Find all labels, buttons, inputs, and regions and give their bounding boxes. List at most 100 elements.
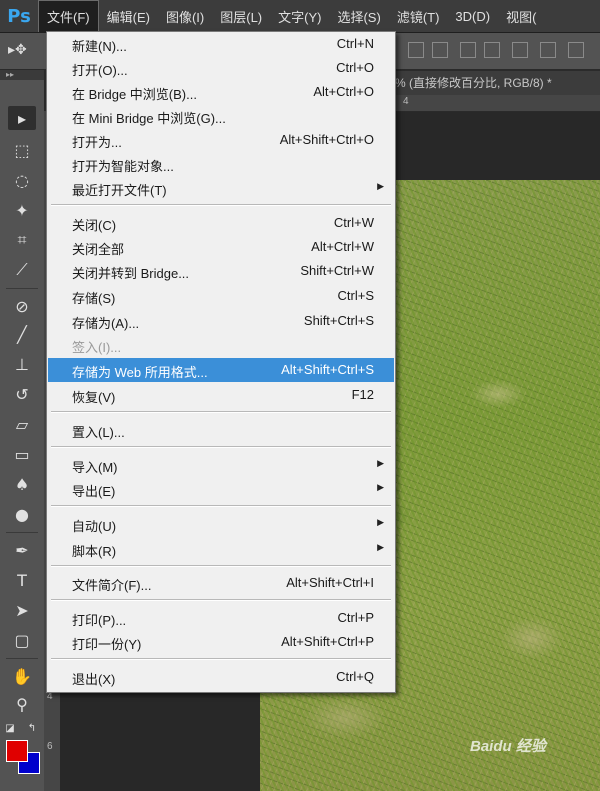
menu-item-label: 置入(L)... (72, 425, 125, 440)
panel-collapse-icon[interactable]: ▸▸ (0, 70, 44, 80)
menu-item-open-smart-object[interactable]: 打开为智能对象... (48, 152, 394, 176)
distribute-icon[interactable] (568, 42, 584, 58)
healing-brush-tool-icon[interactable]: ⊘ (8, 294, 36, 318)
horizontal-ruler: 4 (395, 95, 600, 112)
menu-item-check-in: 签入(I)... (48, 333, 394, 357)
menu-item-label: 导出(E) (72, 484, 116, 499)
menu-image[interactable]: 图像(I) (158, 0, 212, 32)
align-top-icon[interactable] (408, 42, 424, 58)
menu-item-label: 最近打开文件(T) (72, 183, 167, 198)
menu-item-label: 存储(S) (72, 291, 116, 306)
history-brush-tool-icon[interactable]: ↺ (8, 382, 36, 406)
default-colors-icon[interactable]: ◪ (2, 716, 18, 740)
menu-item-exit[interactable]: 退出(X) Ctrl+Q (48, 665, 394, 689)
align-left-icon[interactable] (484, 42, 500, 58)
ruler-tick-label: 6 (47, 741, 53, 752)
menu-filter[interactable]: 滤镜(T) (389, 0, 448, 32)
menu-item-label: 恢复(V) (72, 390, 116, 405)
menu-separator (51, 446, 391, 448)
menu-item-open[interactable]: 打开(O)... Ctrl+O (48, 56, 394, 80)
menu-item-save-for-web[interactable]: 存储为 Web 所用格式... Alt+Shift+Ctrl+S (48, 358, 394, 382)
blur-tool-icon[interactable]: ♠ (8, 472, 36, 496)
menu-item-shortcut: Shift+Ctrl+W (300, 263, 374, 278)
menu-type[interactable]: 文字(Y) (270, 0, 329, 32)
menu-item-file-info[interactable]: 文件简介(F)... Alt+Shift+Ctrl+I (48, 571, 394, 595)
menu-item-close-all[interactable]: 关闭全部 Alt+Ctrl+W (48, 235, 394, 259)
menu-item-label: 打开为智能对象... (72, 159, 174, 174)
crop-tool-icon[interactable]: ⌗ (8, 228, 36, 252)
menu-item-label: 导入(M) (72, 460, 118, 475)
menu-item-shortcut: Ctrl+W (333, 215, 374, 230)
menu-item-save[interactable]: 存储(S) Ctrl+S (48, 284, 394, 308)
menu-item-label: 存储为 Web 所用格式... (72, 365, 208, 380)
path-selection-tool-icon[interactable]: ➤ (8, 598, 36, 622)
menu-item-label: 文件简介(F)... (72, 578, 152, 593)
menu-item-label: 退出(X) (72, 672, 116, 687)
move-tool-icon[interactable]: ▸✥ (8, 41, 30, 61)
menu-item-label: 在 Mini Bridge 中浏览(G)... (72, 111, 226, 126)
menu-item-shortcut: Ctrl+S (337, 288, 374, 303)
lasso-tool-icon[interactable]: ◌ (8, 168, 36, 192)
align-hcenter-icon[interactable] (512, 42, 528, 58)
pen-tool-icon[interactable]: ✒ (8, 538, 36, 562)
menu-item-browse-mini-bridge[interactable]: 在 Mini Bridge 中浏览(G)... (48, 104, 394, 128)
menu-item-close-go-bridge[interactable]: 关闭并转到 Bridge... Shift+Ctrl+W (48, 259, 394, 283)
menu-item-shortcut: Shift+Ctrl+S (303, 313, 374, 328)
type-tool-icon[interactable]: T (8, 568, 36, 592)
menu-item-print-one-copy[interactable]: 打印一份(Y) Alt+Shift+Ctrl+P (48, 630, 394, 654)
gradient-tool-icon[interactable]: ▭ (8, 442, 36, 466)
menu-item-import[interactable]: 导入(M) ▶ (48, 453, 394, 477)
menu-item-automate[interactable]: 自动(U) ▶ (48, 512, 394, 536)
eraser-tool-icon[interactable]: ▱ (8, 412, 36, 436)
menu-item-shortcut: F12 (351, 387, 374, 402)
menu-item-revert[interactable]: 恢复(V) F12 (48, 383, 394, 407)
zoom-tool-icon[interactable]: ⚲ (8, 692, 36, 716)
menu-item-export[interactable]: 导出(E) ▶ (48, 477, 394, 501)
align-vcenter-icon[interactable] (432, 42, 448, 58)
menu-layer[interactable]: 图层(L) (212, 0, 270, 32)
menu-edit[interactable]: 编辑(E) (99, 0, 158, 32)
submenu-arrow-icon: ▶ (377, 517, 384, 527)
menu-item-shortcut: Ctrl+O (336, 60, 374, 75)
foreground-color-swatch[interactable] (6, 740, 28, 762)
rectangle-tool-icon[interactable]: ▢ (8, 628, 36, 652)
document-tab[interactable]: % (直接修改百分比, RGB/8) * (395, 71, 600, 95)
magic-wand-tool-icon[interactable]: ✦ (8, 198, 36, 222)
menu-item-label: 打印(P)... (72, 613, 127, 628)
menu-item-recent-files[interactable]: 最近打开文件(T) ▶ (48, 176, 394, 200)
menu-item-label: 打开为... (72, 135, 122, 150)
menu-item-browse-bridge[interactable]: 在 Bridge 中浏览(B)... Alt+Ctrl+O (48, 80, 394, 104)
menu-item-new[interactable]: 新建(N)... Ctrl+N (48, 32, 394, 56)
menu-separator (51, 658, 391, 660)
menu-view[interactable]: 视图( (498, 0, 544, 32)
marquee-tool-icon[interactable]: ⬚ (8, 138, 36, 162)
dodge-tool-icon[interactable]: ● (8, 502, 36, 526)
menu-item-label: 关闭并转到 Bridge... (72, 266, 190, 281)
menu-item-print[interactable]: 打印(P)... Ctrl+P (48, 606, 394, 630)
menu-item-shortcut: Ctrl+P (337, 610, 374, 625)
hand-tool-icon[interactable]: ✋ (8, 664, 36, 688)
menu-item-shortcut: Ctrl+N (336, 36, 374, 51)
menu-item-shortcut: Alt+Ctrl+W (311, 239, 374, 254)
menu-item-label: 关闭全部 (72, 242, 125, 257)
menu-item-close[interactable]: 关闭(C) Ctrl+W (48, 211, 394, 235)
menu-file[interactable]: 文件(F) (38, 0, 99, 32)
ruler-tick-label: 4 (403, 96, 409, 107)
move-tool-icon[interactable]: ▸ (8, 106, 36, 130)
menu-item-save-as[interactable]: 存储为(A)... Shift+Ctrl+S (48, 309, 394, 333)
menu-item-open-as[interactable]: 打开为... Alt+Shift+Ctrl+O (48, 128, 394, 152)
brush-tool-icon[interactable]: ╱ (8, 322, 36, 346)
eyedropper-tool-icon[interactable]: ⟋ (8, 258, 36, 282)
menu-item-shortcut: Alt+Shift+Ctrl+P (281, 634, 374, 649)
menu-item-place[interactable]: 置入(L)... (48, 418, 394, 442)
clone-stamp-tool-icon[interactable]: ⊥ (8, 352, 36, 376)
menu-3d[interactable]: 3D(D) (447, 0, 498, 32)
menu-item-shortcut: Alt+Shift+Ctrl+S (281, 362, 374, 377)
menu-item-shortcut: Ctrl+Q (336, 669, 374, 684)
menu-select[interactable]: 选择(S) (329, 0, 388, 32)
swap-colors-icon[interactable]: ↰ (24, 716, 40, 740)
menu-item-label: 关闭(C) (72, 218, 117, 233)
menu-item-scripts[interactable]: 脚本(R) ▶ (48, 537, 394, 561)
align-right-icon[interactable] (540, 42, 556, 58)
align-bottom-icon[interactable] (460, 42, 476, 58)
